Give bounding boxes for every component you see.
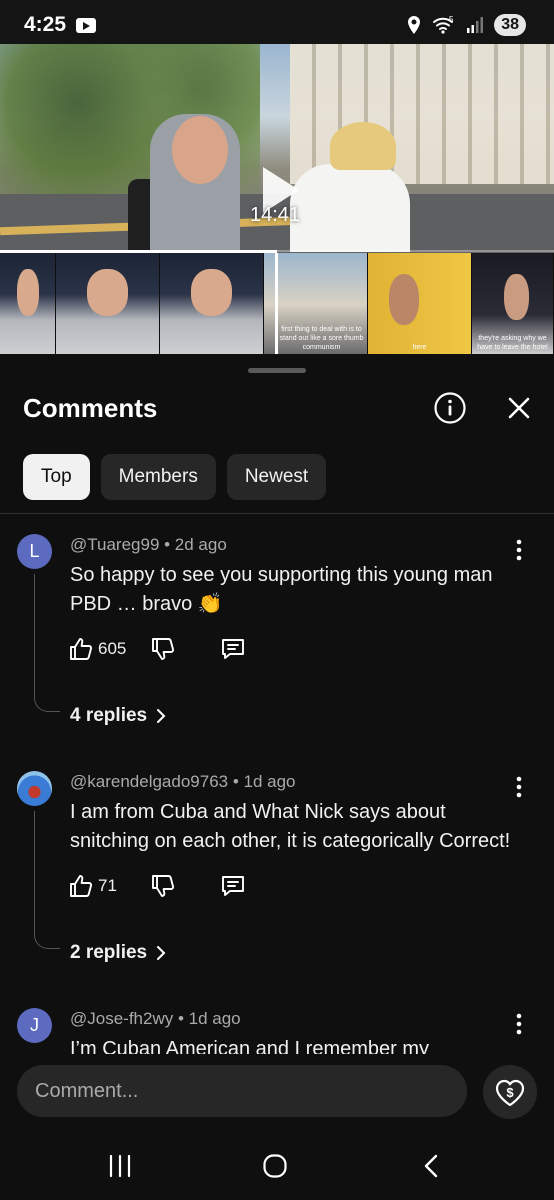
storyboard-frame xyxy=(160,253,264,356)
storyboard-caption: first thing to deal with is to stand out… xyxy=(279,326,364,351)
comment-input[interactable] xyxy=(17,1065,467,1117)
thumbs-down-icon[interactable] xyxy=(150,636,176,662)
comments-list: L @Tuareg99 • 2d ago So happy to see you… xyxy=(0,524,554,1056)
seek-timestamp: 14:41 xyxy=(250,204,301,226)
status-time: 4:25 xyxy=(24,13,67,36)
comment-text: I am from Cuba and What Nick says about … xyxy=(70,801,511,852)
storyboard-caption-here: here xyxy=(412,344,427,351)
comment-actions: 605 xyxy=(68,636,246,662)
storyboard-frame: first thing to deal with is to stand out… xyxy=(276,253,368,356)
replies-count: 2 replies xyxy=(70,942,148,963)
close-icon[interactable] xyxy=(503,392,535,424)
avatar[interactable]: L xyxy=(17,534,52,569)
reply-thread-line xyxy=(34,811,60,949)
signal-icon xyxy=(467,17,484,33)
svg-text:$: $ xyxy=(506,1085,514,1100)
comments-title: Comments xyxy=(23,393,158,423)
info-icon[interactable] xyxy=(433,391,467,425)
avatar[interactable]: J xyxy=(17,1008,52,1043)
reply-icon[interactable] xyxy=(220,873,246,899)
comment-composer: $ xyxy=(0,1054,554,1124)
avatar[interactable] xyxy=(17,771,52,806)
status-indicators: 5 38 xyxy=(406,14,526,36)
chip-members[interactable]: Members xyxy=(100,454,216,500)
thumbs-up-icon[interactable] xyxy=(68,636,94,662)
comment-text: So happy to see you supporting this youn… xyxy=(70,564,493,615)
replies-count: 4 replies xyxy=(70,705,148,726)
comment-meta: @Jose-fh2wy • 1d ago xyxy=(70,1009,241,1028)
sort-chips: Top Members Newest xyxy=(23,454,327,500)
video-scene-hat xyxy=(330,122,396,170)
sheet-drag-handle[interactable] xyxy=(248,368,306,373)
storyboard-frame xyxy=(0,253,56,356)
wifi-badge: 5 xyxy=(449,15,454,24)
comment-actions: 71 xyxy=(68,873,246,899)
chevron-right-icon xyxy=(157,946,166,960)
storyboard-frame xyxy=(56,253,160,356)
storyboard-scrubber[interactable] xyxy=(275,253,278,356)
location-icon xyxy=(408,16,421,34)
like-count: 605 xyxy=(98,639,127,658)
wifi-icon: 5 xyxy=(433,15,454,34)
thumbs-up-icon[interactable] xyxy=(68,873,94,899)
comments-sheet: Comments Top Members Newest L @Tuareg99 … xyxy=(0,354,554,1200)
video-scene-head-left xyxy=(172,116,228,184)
chevron-right-icon xyxy=(157,709,166,723)
like-count: 71 xyxy=(98,876,117,895)
reply-thread-line xyxy=(34,574,60,712)
more-vert-icon[interactable] xyxy=(509,1012,529,1036)
home-icon[interactable] xyxy=(262,1153,288,1179)
view-replies-link[interactable]: 2 replies xyxy=(70,942,167,964)
more-vert-icon[interactable] xyxy=(509,775,529,799)
storyboard-frame: they're asking why we have to leave the … xyxy=(472,253,554,356)
youtube-notification-icon xyxy=(76,18,96,33)
comment-meta: @Tuareg99 • 2d ago xyxy=(70,535,227,554)
thumbs-down-icon[interactable] xyxy=(150,873,176,899)
comment-meta: @karendelgado9763 • 1d ago xyxy=(70,772,296,791)
reply-icon[interactable] xyxy=(220,636,246,662)
more-vert-icon[interactable] xyxy=(509,538,529,562)
super-thanks-icon: $ xyxy=(495,1079,525,1107)
chip-top[interactable]: Top xyxy=(23,454,90,500)
chips-divider xyxy=(0,513,554,514)
back-icon[interactable] xyxy=(420,1153,442,1179)
comment-text: I’m Cuban American and I remember my xyxy=(70,1038,430,1056)
storyboard-caption: they're asking why we have to leave the … xyxy=(477,335,548,351)
storyboard-frame: here xyxy=(368,253,472,356)
view-replies-link[interactable]: 4 replies xyxy=(70,705,167,727)
battery-indicator: 38 xyxy=(494,14,526,36)
system-nav-bar xyxy=(0,1124,554,1200)
recents-icon[interactable] xyxy=(107,1153,133,1179)
super-thanks-button[interactable]: $ xyxy=(483,1065,537,1119)
status-bar: 4:25 5 38 xyxy=(0,0,554,50)
chip-newest[interactable]: Newest xyxy=(226,454,327,500)
